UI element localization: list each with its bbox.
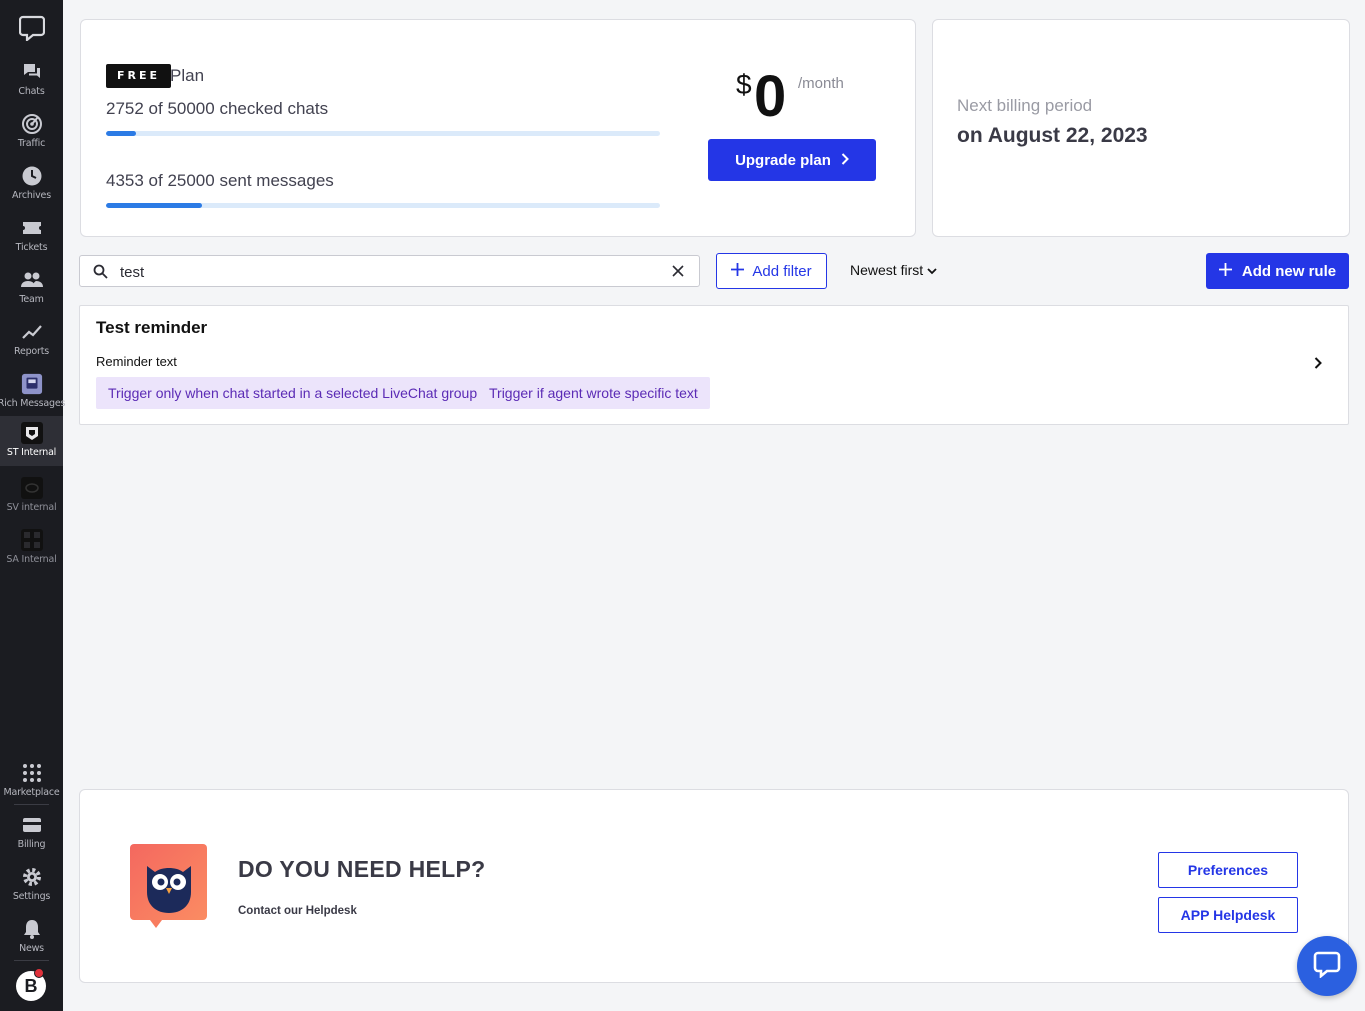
gear-icon	[21, 866, 43, 888]
chat-bubbles-icon	[21, 61, 43, 83]
sidebar-item-label: Marketplace	[3, 787, 60, 798]
price-period: /month	[798, 75, 844, 92]
price-currency: $	[736, 69, 752, 100]
sidebar-item-label: Reports	[13, 346, 50, 357]
sidebar: Chats Traffic Archives Tickets Team Repo…	[0, 0, 66, 1011]
chat-icon	[1313, 950, 1341, 983]
rule-title: Test reminder	[96, 318, 208, 337]
sidebar-item-tickets[interactable]: Tickets	[0, 211, 63, 261]
team-icon	[20, 269, 43, 291]
preferences-button[interactable]: Preferences	[1158, 852, 1298, 888]
search-field[interactable]	[79, 255, 700, 287]
notification-dot	[34, 968, 44, 978]
owl-logo-icon	[130, 844, 208, 935]
sidebar-item-label: Chats	[18, 86, 45, 97]
billing-card: Next billing period on August 22, 2023	[932, 19, 1350, 237]
sent-messages-usage: 4353 of 25000 sent messages	[106, 171, 334, 190]
sidebar-item-label: Archives	[12, 190, 51, 201]
grid-icon	[21, 762, 43, 784]
upgrade-plan-label: Upgrade plan	[735, 151, 831, 169]
rule-row[interactable]: Test reminder Reminder text Trigger only…	[79, 305, 1349, 425]
progress-fill	[106, 131, 137, 136]
sidebar-divider	[14, 960, 49, 961]
sidebar-item-chats[interactable]: Chats	[0, 55, 63, 105]
app-helpdesk-button[interactable]: APP Helpdesk	[1158, 897, 1298, 933]
sv-internal-icon	[20, 477, 43, 499]
sidebar-item-archives[interactable]: Archives	[0, 159, 63, 209]
sidebar-item-label: News	[19, 943, 44, 954]
clear-search-icon[interactable]	[671, 264, 685, 283]
price-amount: 0	[754, 64, 787, 129]
sidebar-divider	[14, 804, 49, 805]
upgrade-plan-button[interactable]: Upgrade plan	[708, 139, 876, 181]
sidebar-item-label: SV internal	[6, 502, 57, 513]
chart-line-icon	[21, 321, 43, 343]
sidebar-item-traffic[interactable]: Traffic	[0, 107, 63, 157]
card-icon	[21, 814, 43, 836]
traffic-icon	[21, 113, 43, 135]
sidebar-item-label: Settings	[12, 891, 51, 902]
sidebar-item-marketplace[interactable]: Marketplace	[0, 756, 63, 806]
search-icon	[93, 264, 108, 284]
sidebar-item-label: ST Internal	[6, 447, 57, 458]
bell-icon	[21, 918, 43, 940]
sidebar-item-sv-internal[interactable]: SV internal	[0, 471, 63, 521]
sidebar-item-settings[interactable]: Settings	[0, 860, 63, 910]
sidebar-item-news[interactable]: News	[0, 912, 63, 962]
sa-internal-icon	[20, 529, 43, 551]
sort-label: Newest first	[850, 262, 924, 278]
sidebar-item-billing[interactable]: Billing	[0, 808, 63, 858]
billing-period-label: Next billing period	[957, 96, 1093, 115]
chevron-down-icon	[927, 262, 937, 278]
sidebar-item-st-internal[interactable]: ST Internal	[0, 416, 63, 466]
clock-icon	[21, 165, 43, 187]
plus-icon	[731, 262, 745, 280]
sidebar-item-label: SA Internal	[6, 554, 57, 565]
help-card: DO YOU NEED HELP? Contact our Helpdesk P…	[79, 789, 1349, 983]
plan-badge: FREE	[106, 64, 172, 88]
st-internal-icon	[20, 422, 43, 444]
sidebar-item-label: Tickets	[15, 242, 48, 253]
search-input[interactable]	[120, 261, 660, 283]
rich-messages-icon	[21, 373, 43, 395]
ticket-icon	[21, 217, 43, 239]
billing-period-date: on August 22, 2023	[957, 124, 1148, 147]
progress-fill	[106, 203, 203, 208]
add-new-rule-label: Add new rule	[1241, 262, 1337, 280]
sidebar-item-label: Team	[19, 294, 44, 305]
rule-tag-group-trigger: Trigger only when chat started in a sele…	[96, 377, 490, 409]
chevron-right-icon	[841, 152, 849, 169]
sort-dropdown[interactable]: Newest first	[850, 262, 937, 278]
livechat-logo-icon[interactable]	[18, 15, 46, 43]
add-filter-label: Add filter	[752, 262, 812, 280]
plus-icon	[1218, 262, 1232, 280]
plan-card: FREE Plan 2752 of 50000 checked chats 43…	[80, 19, 916, 237]
help-subtitle: Contact our Helpdesk	[238, 905, 357, 917]
sidebar-item-rich-messages[interactable]: Rich Messages	[0, 367, 66, 417]
sidebar-item-label: Rich Messages	[0, 398, 66, 409]
checked-chats-usage: 2752 of 50000 checked chats	[106, 99, 329, 118]
plan-label: Plan	[170, 66, 205, 85]
sidebar-item-label: Traffic	[17, 138, 46, 149]
help-title: DO YOU NEED HELP?	[238, 856, 486, 882]
sent-messages-progress	[106, 203, 660, 208]
sidebar-item-team[interactable]: Team	[0, 263, 63, 313]
sidebar-item-sa-internal[interactable]: SA Internal	[0, 523, 63, 573]
add-filter-button[interactable]: Add filter	[716, 253, 827, 289]
rule-tag-text-trigger: Trigger if agent wrote specific text	[477, 377, 710, 409]
checked-chats-progress	[106, 131, 660, 136]
chat-widget-button[interactable]	[1297, 936, 1357, 996]
rule-subtitle: Reminder text	[96, 354, 177, 369]
chevron-right-icon[interactable]	[1314, 356, 1322, 375]
sidebar-item-label: Billing	[17, 839, 46, 850]
add-new-rule-button[interactable]: Add new rule	[1206, 253, 1349, 289]
sidebar-item-reports[interactable]: Reports	[0, 315, 63, 365]
